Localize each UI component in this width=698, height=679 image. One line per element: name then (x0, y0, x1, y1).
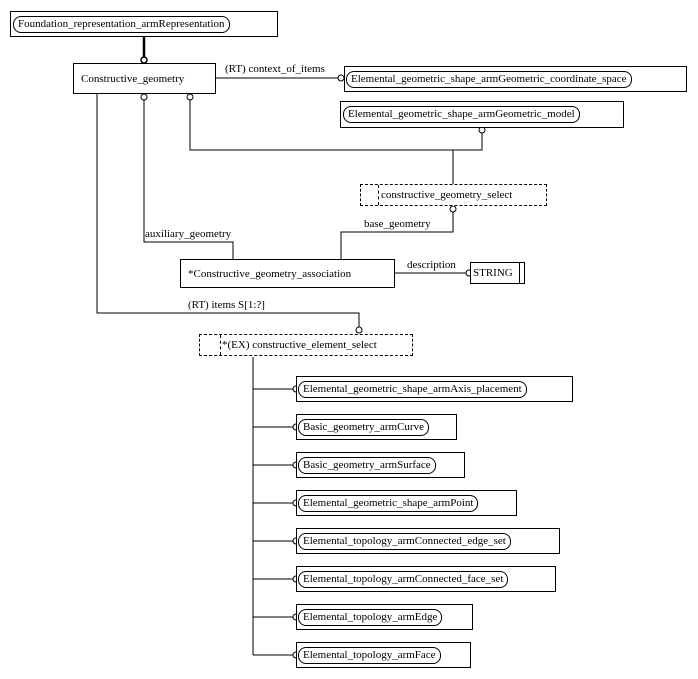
select-member-label: Basic_geometry_armCurve (298, 419, 429, 436)
select-divider (378, 185, 379, 205)
constructive-geometry-box[interactable]: Constructive_geometry (73, 63, 216, 94)
select-member-point[interactable]: Elemental_geometric_shape_armPoint (296, 490, 517, 516)
constructive-element-select-label: *(EX) constructive_element_select (222, 339, 377, 351)
geometric-coordinate-space-label: Elemental_geometric_shape_armGeometric_c… (346, 71, 632, 88)
constructive-geometry-select-box[interactable]: constructive_geometry_select (360, 184, 547, 206)
description-label: description (407, 259, 456, 271)
select-member-surface[interactable]: Basic_geometry_armSurface (296, 452, 465, 478)
geometric-model-label: Elemental_geometric_shape_armGeometric_m… (343, 106, 580, 123)
constructive-geometry-association-label: *Constructive_geometry_association (188, 268, 352, 280)
base-geometry-label: base_geometry (364, 218, 431, 230)
select-member-edge[interactable]: Elemental_topology_armEdge (296, 604, 473, 630)
select-member-label: Elemental_topology_armFace (298, 647, 441, 664)
items-circle (355, 326, 363, 334)
string-type-label: STRING (473, 267, 513, 279)
root-entity-box[interactable]: Foundation_representation_armRepresentat… (10, 11, 278, 37)
constructive-geometry-association-box[interactable]: *Constructive_geometry_association (180, 259, 395, 288)
root-entity-label: Foundation_representation_armRepresentat… (13, 16, 230, 33)
context-of-items-label: (RT) context_of_items (225, 63, 325, 75)
select-member-label: Elemental_topology_armEdge (298, 609, 443, 626)
auxiliary-geometry-label: auxiliary_geometry (145, 228, 232, 240)
element-select-divider (220, 335, 221, 355)
items-line (96, 93, 360, 327)
constructive-element-select-box[interactable]: *(EX) constructive_element_select (199, 334, 413, 356)
constructive-geometry-label: Constructive_geometry (81, 73, 185, 85)
select-member-label: Elemental_geometric_shape_armPoint (298, 495, 479, 512)
select-member-label: Basic_geometry_armSurface (298, 457, 436, 474)
geometric-coordinate-space-box[interactable]: Elemental_geometric_shape_armGeometric_c… (344, 66, 687, 92)
select-member-axis-placement[interactable]: Elemental_geometric_shape_armAxis_placem… (296, 376, 573, 402)
select-member-face[interactable]: Elemental_topology_armFace (296, 642, 471, 668)
constructive-geometry-select-label: constructive_geometry_select (381, 189, 513, 201)
select-member-label: Elemental_topology_armConnected_face_set (298, 571, 509, 588)
base-geometry-circle (449, 205, 457, 213)
string-type-box[interactable]: STRING (470, 262, 525, 284)
select-member-connected-face-set[interactable]: Elemental_topology_armConnected_face_set (296, 566, 556, 592)
select-member-connected-edge-set[interactable]: Elemental_topology_armConnected_edge_set (296, 528, 560, 554)
select-branches (253, 385, 300, 659)
select-member-label: Elemental_topology_armConnected_edge_set (298, 533, 511, 550)
auxiliary-circle (140, 93, 148, 101)
string-bar (519, 263, 520, 283)
model-select-circle (186, 93, 194, 101)
select-member-curve[interactable]: Basic_geometry_armCurve (296, 414, 457, 440)
items-label: (RT) items S[1:?] (188, 299, 265, 311)
geometric-model-box[interactable]: Elemental_geometric_shape_armGeometric_m… (340, 101, 624, 128)
select-member-label: Elemental_geometric_shape_armAxis_placem… (298, 381, 527, 398)
